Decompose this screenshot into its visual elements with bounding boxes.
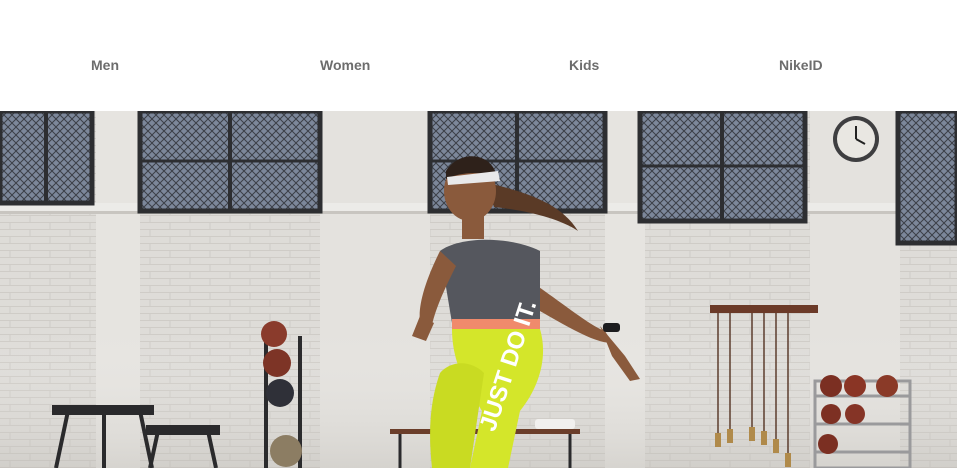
window-left: [0, 111, 95, 206]
nav-link-men[interactable]: Men: [91, 56, 119, 74]
nav-link-nikeid[interactable]: NikeID: [779, 56, 823, 74]
hero-banner[interactable]: JUST DO IT.: [0, 111, 957, 468]
nav-link-kids[interactable]: Kids: [569, 56, 599, 74]
hero-image: JUST DO IT.: [0, 111, 957, 468]
wall-clock-icon: [833, 116, 879, 162]
window-center-left: [137, 111, 323, 214]
nav-link-women[interactable]: Women: [320, 56, 370, 74]
window-center-right: [637, 111, 808, 224]
window-right: [895, 111, 957, 246]
top-navigation: Men Women Kids NikeID: [0, 0, 957, 111]
